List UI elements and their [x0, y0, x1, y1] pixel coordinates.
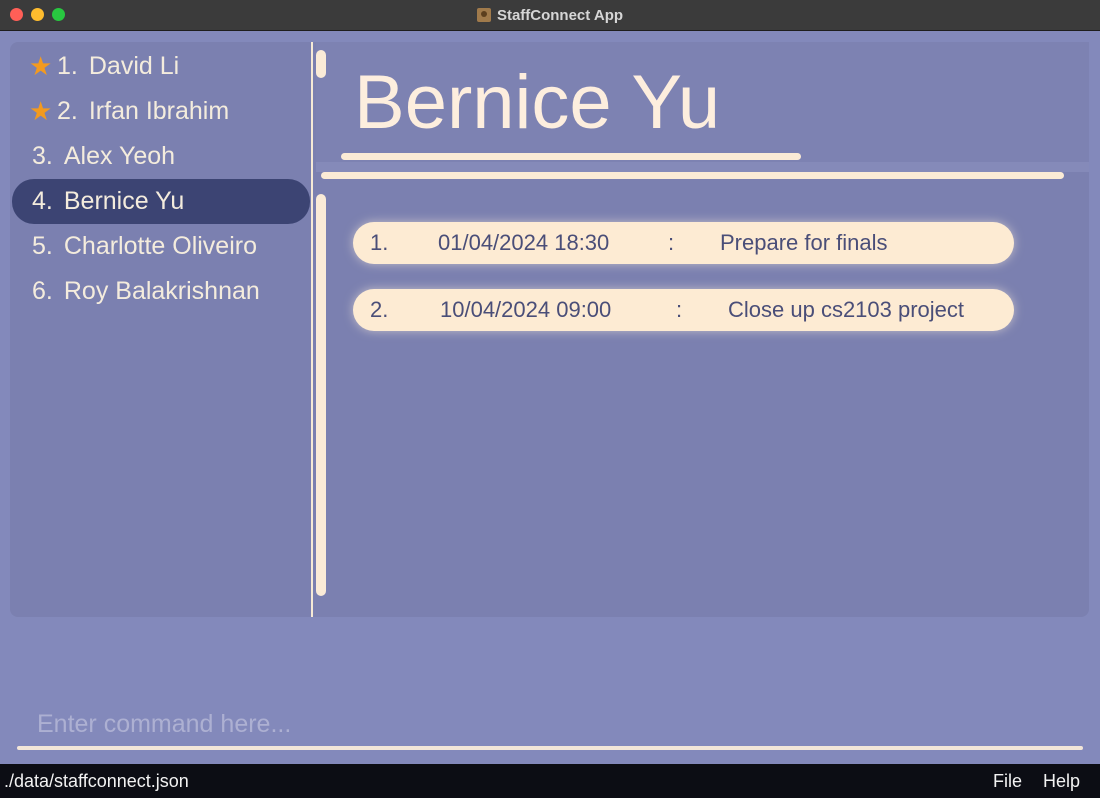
header-strip — [316, 162, 1089, 172]
staff-name: Alex Yeoh — [63, 142, 176, 170]
menu-help[interactable]: Help — [1043, 764, 1080, 798]
star-icon: ★ — [29, 51, 53, 81]
staff-list-item-3[interactable]: 3. Alex Yeoh — [12, 134, 310, 179]
app-icon — [476, 8, 491, 22]
header-divider — [321, 172, 1064, 179]
meeting-list-scrollbar[interactable] — [316, 194, 326, 596]
staff-name: Roy Balakrishnan — [63, 277, 260, 305]
meeting-datetime: 10/04/2024 09:00 — [440, 297, 612, 322]
meeting-separator: : — [668, 230, 675, 255]
staff-list-item-6[interactable]: 6. Roy Balakrishnan — [12, 269, 310, 314]
status-bar: ./data/staffconnect.json File Help — [0, 764, 1100, 798]
title-bar: StaffConnect App — [0, 0, 1100, 31]
minimize-window-button[interactable] — [31, 8, 44, 21]
staff-name: Irfan Ibrahim — [88, 97, 230, 125]
staff-index: 3. — [32, 142, 53, 170]
staff-name: Bernice Yu — [63, 187, 185, 215]
command-underline — [17, 746, 1083, 750]
staff-name: Charlotte Oliveiro — [63, 232, 257, 260]
meeting-item-2[interactable]: 2. 10/04/2024 09:00 : Close up cs2103 pr… — [353, 289, 1014, 331]
detail-staff-name: Bernice Yu — [354, 60, 721, 145]
meeting-datetime: 01/04/2024 18:30 — [438, 230, 610, 255]
name-underline — [341, 153, 801, 160]
maximize-window-button[interactable] — [52, 8, 65, 21]
save-location-path: ./data/staffconnect.json — [4, 771, 189, 791]
meeting-item-1[interactable]: 1. 01/04/2024 18:30 : Prepare for finals — [353, 222, 1014, 264]
meeting-index: 2. — [370, 297, 389, 322]
staff-index: 5. — [32, 232, 53, 260]
staff-index: 4. — [32, 187, 53, 215]
window-controls — [10, 8, 65, 21]
close-window-button[interactable] — [10, 8, 23, 21]
meeting-description: Prepare for finals — [720, 230, 888, 255]
staff-index: 6. — [32, 277, 53, 305]
command-input[interactable] — [17, 704, 1083, 744]
pane-divider[interactable] — [311, 42, 313, 617]
meeting-separator: : — [676, 297, 683, 322]
menu-file[interactable]: File — [993, 764, 1022, 798]
staff-list-item-4[interactable]: 4. Bernice Yu — [12, 179, 310, 224]
detail-header-scrollbar[interactable] — [316, 50, 326, 78]
staff-name: David Li — [88, 52, 180, 80]
meeting-index: 1. — [370, 230, 389, 255]
staff-list-item-1[interactable]: ★ 1. David Li — [12, 44, 310, 89]
staff-index: 1. — [57, 52, 78, 80]
staff-list-item-2[interactable]: ★ 2. Irfan Ibrahim — [12, 89, 310, 134]
window-title: StaffConnect App — [496, 6, 624, 24]
staff-list: ★ 1. David Li ★ 2. Irfan Ibrahim 3. Alex… — [12, 44, 310, 314]
star-icon: ★ — [29, 96, 53, 126]
staff-index: 2. — [57, 97, 78, 125]
meeting-description: Close up cs2103 project — [728, 297, 965, 322]
staff-list-item-5[interactable]: 5. Charlotte Oliveiro — [12, 224, 310, 269]
